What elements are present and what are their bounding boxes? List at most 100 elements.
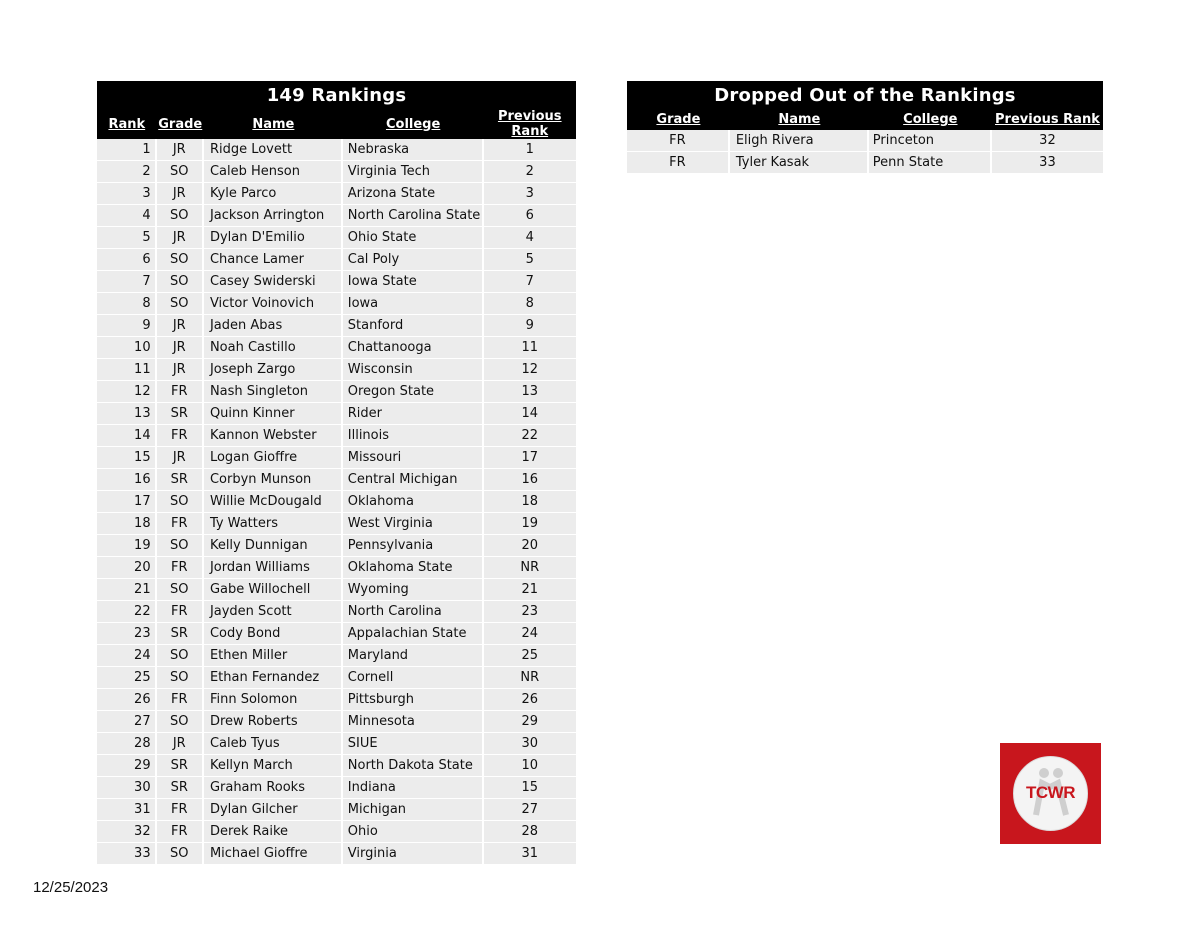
table-row: 7 SO Casey Swiderski Iowa State 7	[97, 271, 576, 293]
table-row: 12 FR Nash Singleton Oregon State 13	[97, 381, 576, 403]
name-cell: Gabe Willochell	[203, 579, 343, 601]
name-cell: Ethen Miller	[203, 645, 343, 667]
rank-cell: 22	[97, 601, 157, 623]
rank-cell: 8	[97, 293, 157, 315]
name-cell: Kelly Dunnigan	[203, 535, 343, 557]
college-cell: Ohio State	[342, 227, 484, 249]
rank-cell: 7	[97, 271, 157, 293]
previous-rank-cell: 4	[483, 227, 576, 249]
name-cell: Nash Singleton	[203, 381, 343, 403]
name-cell: Willie McDougald	[203, 491, 343, 513]
name-cell: Caleb Tyus	[203, 733, 343, 755]
college-cell: Cornell	[342, 667, 484, 689]
previous-rank-cell: 10	[483, 755, 576, 777]
college-cell: Illinois	[342, 425, 484, 447]
previous-rank-cell: 28	[483, 821, 576, 843]
grade-cell: SR	[156, 469, 204, 491]
college-cell: Appalachian State	[342, 623, 484, 645]
previous-rank-cell: 9	[483, 315, 576, 337]
rank-cell: 3	[97, 183, 157, 205]
previous-rank-cell: 25	[483, 645, 576, 667]
table-row: 14 FR Kannon Webster Illinois 22	[97, 425, 576, 447]
previous-rank-cell: 14	[483, 403, 576, 425]
grade-cell: FR	[627, 152, 730, 174]
table-row: 11 JR Joseph Zargo Wisconsin 12	[97, 359, 576, 381]
college-cell: Iowa	[342, 293, 484, 315]
name-cell: Logan Gioffre	[203, 447, 343, 469]
name-cell: Corbyn Munson	[203, 469, 343, 491]
rank-cell: 15	[97, 447, 157, 469]
grade-cell: SR	[156, 403, 204, 425]
grade-cell: SO	[156, 491, 204, 513]
college-cell: Stanford	[342, 315, 484, 337]
grade-cell: SO	[156, 843, 204, 865]
table-row: 1 JR Ridge Lovett Nebraska 1	[97, 139, 576, 161]
table-row: 15 JR Logan Gioffre Missouri 17	[97, 447, 576, 469]
grade-cell: JR	[156, 337, 204, 359]
grade-cell: FR	[627, 130, 730, 152]
rank-cell: 20	[97, 557, 157, 579]
college-cell: Indiana	[342, 777, 484, 799]
name-cell: Kyle Parco	[203, 183, 343, 205]
rank-cell: 9	[97, 315, 157, 337]
previous-rank-cell: 20	[483, 535, 576, 557]
grade-cell: FR	[156, 799, 204, 821]
name-cell: Victor Voinovich	[203, 293, 343, 315]
name-cell: Ethan Fernandez	[203, 667, 343, 689]
previous-rank-cell: 3	[483, 183, 576, 205]
college-cell: Wisconsin	[342, 359, 484, 381]
college-cell: Pennsylvania	[342, 535, 484, 557]
grade-cell: FR	[156, 513, 204, 535]
dropped-header-name: Name	[729, 109, 869, 130]
table-row: 4 SO Jackson Arrington North Carolina State…	[97, 205, 576, 227]
rank-cell: 14	[97, 425, 157, 447]
previous-rank-cell: 6	[483, 205, 576, 227]
grade-cell: SO	[156, 205, 204, 227]
previous-rank-cell: 16	[483, 469, 576, 491]
name-cell: Jaden Abas	[203, 315, 343, 337]
previous-rank-cell: 22	[483, 425, 576, 447]
name-cell: Cody Bond	[203, 623, 343, 645]
table-row: 6 SO Chance Lamer Cal Poly 5	[97, 249, 576, 271]
header-rank: Rank	[97, 109, 157, 139]
header-name: Name	[203, 109, 343, 139]
grade-cell: SO	[156, 293, 204, 315]
table-row: 27 SO Drew Roberts Minnesota 29	[97, 711, 576, 733]
previous-rank-cell: 17	[483, 447, 576, 469]
dropped-header-previous-rank: Previous Rank	[991, 109, 1103, 130]
grade-cell: SO	[156, 271, 204, 293]
grade-cell: FR	[156, 689, 204, 711]
table-row: 24 SO Ethen Miller Maryland 25	[97, 645, 576, 667]
rank-cell: 13	[97, 403, 157, 425]
previous-rank-cell: 27	[483, 799, 576, 821]
table-row: 20 FR Jordan Williams Oklahoma State NR	[97, 557, 576, 579]
grade-cell: JR	[156, 183, 204, 205]
rank-cell: 28	[97, 733, 157, 755]
name-cell: Tyler Kasak	[729, 152, 869, 174]
previous-rank-cell: 21	[483, 579, 576, 601]
previous-rank-cell: 29	[483, 711, 576, 733]
previous-rank-cell: 12	[483, 359, 576, 381]
college-cell: Virginia	[342, 843, 484, 865]
rank-cell: 1	[97, 139, 157, 161]
rankings-table: 149 Rankings Rank Grade Name College Pre…	[97, 81, 576, 865]
rank-cell: 19	[97, 535, 157, 557]
rank-cell: 29	[97, 755, 157, 777]
previous-rank-cell: 31	[483, 843, 576, 865]
previous-rank-cell: 7	[483, 271, 576, 293]
grade-cell: JR	[156, 447, 204, 469]
name-cell: Quinn Kinner	[203, 403, 343, 425]
name-cell: Dylan D'Emilio	[203, 227, 343, 249]
grade-cell: SR	[156, 755, 204, 777]
rank-cell: 27	[97, 711, 157, 733]
grade-cell: SO	[156, 161, 204, 183]
previous-rank-cell: 33	[991, 152, 1103, 174]
grade-cell: SO	[156, 667, 204, 689]
previous-rank-cell: 2	[483, 161, 576, 183]
college-cell: Penn State	[868, 152, 992, 174]
logo-text: TCWR	[1026, 783, 1075, 802]
grade-cell: JR	[156, 315, 204, 337]
college-cell: Michigan	[342, 799, 484, 821]
rank-cell: 2	[97, 161, 157, 183]
table-row: 19 SO Kelly Dunnigan Pennsylvania 20	[97, 535, 576, 557]
